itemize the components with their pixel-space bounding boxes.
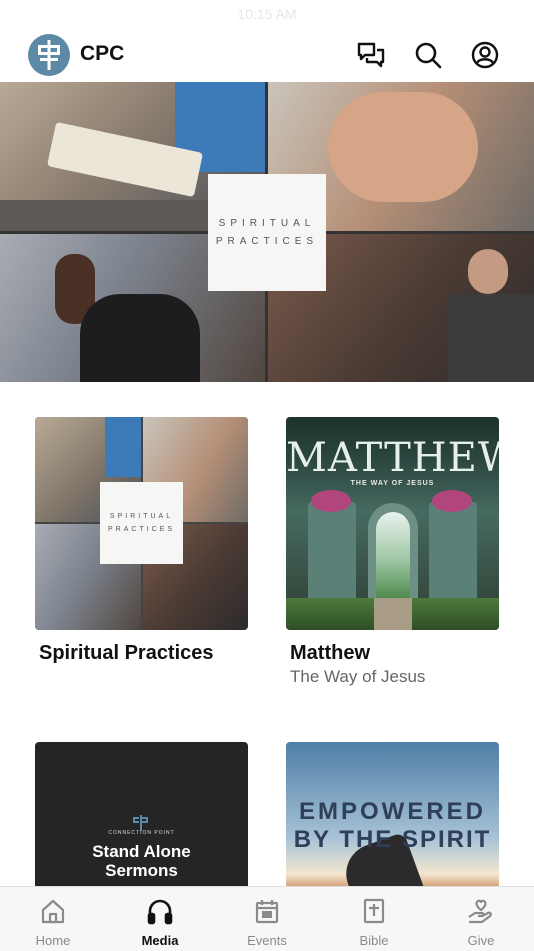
series-art-line2: Sermons <box>105 861 178 880</box>
featured-hero-banner[interactable]: SPIRITUAL PRACTICES <box>0 82 534 382</box>
series-card-stand-alone-sermons[interactable]: CONNECTION POINT Stand Alone Sermons <box>35 742 248 886</box>
connection-point-logo-icon <box>133 815 148 831</box>
tab-media[interactable]: Media <box>107 887 213 951</box>
series-art-line1: Stand Alone <box>92 842 191 861</box>
tab-home-label: Home <box>35 933 71 948</box>
status-time: 10:15 AM <box>237 6 297 22</box>
status-bar: 10:15 AM <box>0 0 534 30</box>
hero-title-card: SPIRITUAL PRACTICES <box>208 174 326 291</box>
series-art-line2: BY THE SPIRIT <box>293 826 492 853</box>
give-icon <box>468 899 492 924</box>
series-art-line1: SPIRITUAL <box>109 513 174 520</box>
search-icon[interactable] <box>413 40 443 70</box>
tab-events-label: Events <box>247 933 287 948</box>
hero-title-line1: SPIRITUAL <box>218 217 316 229</box>
series-card-matthew[interactable]: MATTHEW THE WAY OF JESUS Matthew The Way… <box>286 417 499 687</box>
home-icon <box>41 899 65 924</box>
tab-events[interactable]: Events <box>214 887 320 951</box>
tab-bible[interactable]: Bible <box>321 887 427 951</box>
series-thumbnail: SPIRITUAL PRACTICES <box>35 417 248 630</box>
church-logo-icon[interactable] <box>28 34 70 76</box>
series-art-org: CONNECTION POINT <box>108 830 175 836</box>
tab-media-label: Media <box>141 933 179 948</box>
series-title: Matthew <box>290 642 370 664</box>
headphones-icon <box>147 899 173 925</box>
hero-title-line2: PRACTICES <box>215 235 319 247</box>
tab-home[interactable]: Home <box>0 887 106 951</box>
series-art-line1: EMPOWERED <box>298 798 486 825</box>
tab-give[interactable]: Give <box>428 887 534 951</box>
series-thumbnail: EMPOWERED BY THE SPIRIT <box>286 742 499 886</box>
series-thumbnail: MATTHEW THE WAY OF JESUS <box>286 417 499 630</box>
chat-icon[interactable] <box>356 40 386 70</box>
series-art-subtitle: THE WAY OF JESUS <box>350 480 435 487</box>
tab-give-label: Give <box>467 933 495 948</box>
brand-name[interactable]: CPC <box>80 42 124 66</box>
tab-bible-label: Bible <box>359 933 389 948</box>
series-card-empowered[interactable]: EMPOWERED BY THE SPIRIT <box>286 742 499 886</box>
series-art-card: SPIRITUAL PRACTICES <box>100 482 183 564</box>
series-title: Spiritual Practices <box>39 642 214 664</box>
calendar-icon <box>255 900 279 924</box>
top-bar: CPC <box>0 30 534 82</box>
account-icon[interactable] <box>470 40 500 70</box>
series-card-spiritual-practices[interactable]: SPIRITUAL PRACTICES Spiritual Practices <box>35 417 248 687</box>
series-art-title: MATTHEW <box>286 435 499 481</box>
bottom-tab-bar: Home Media Events Bible Give <box>0 886 534 951</box>
bible-icon <box>363 898 385 924</box>
series-art-text: Stand Alone Sermons <box>35 842 248 880</box>
series-thumbnail: CONNECTION POINT Stand Alone Sermons <box>35 742 248 886</box>
series-art-line2: PRACTICES <box>107 526 176 533</box>
series-subtitle: The Way of Jesus <box>290 667 426 686</box>
